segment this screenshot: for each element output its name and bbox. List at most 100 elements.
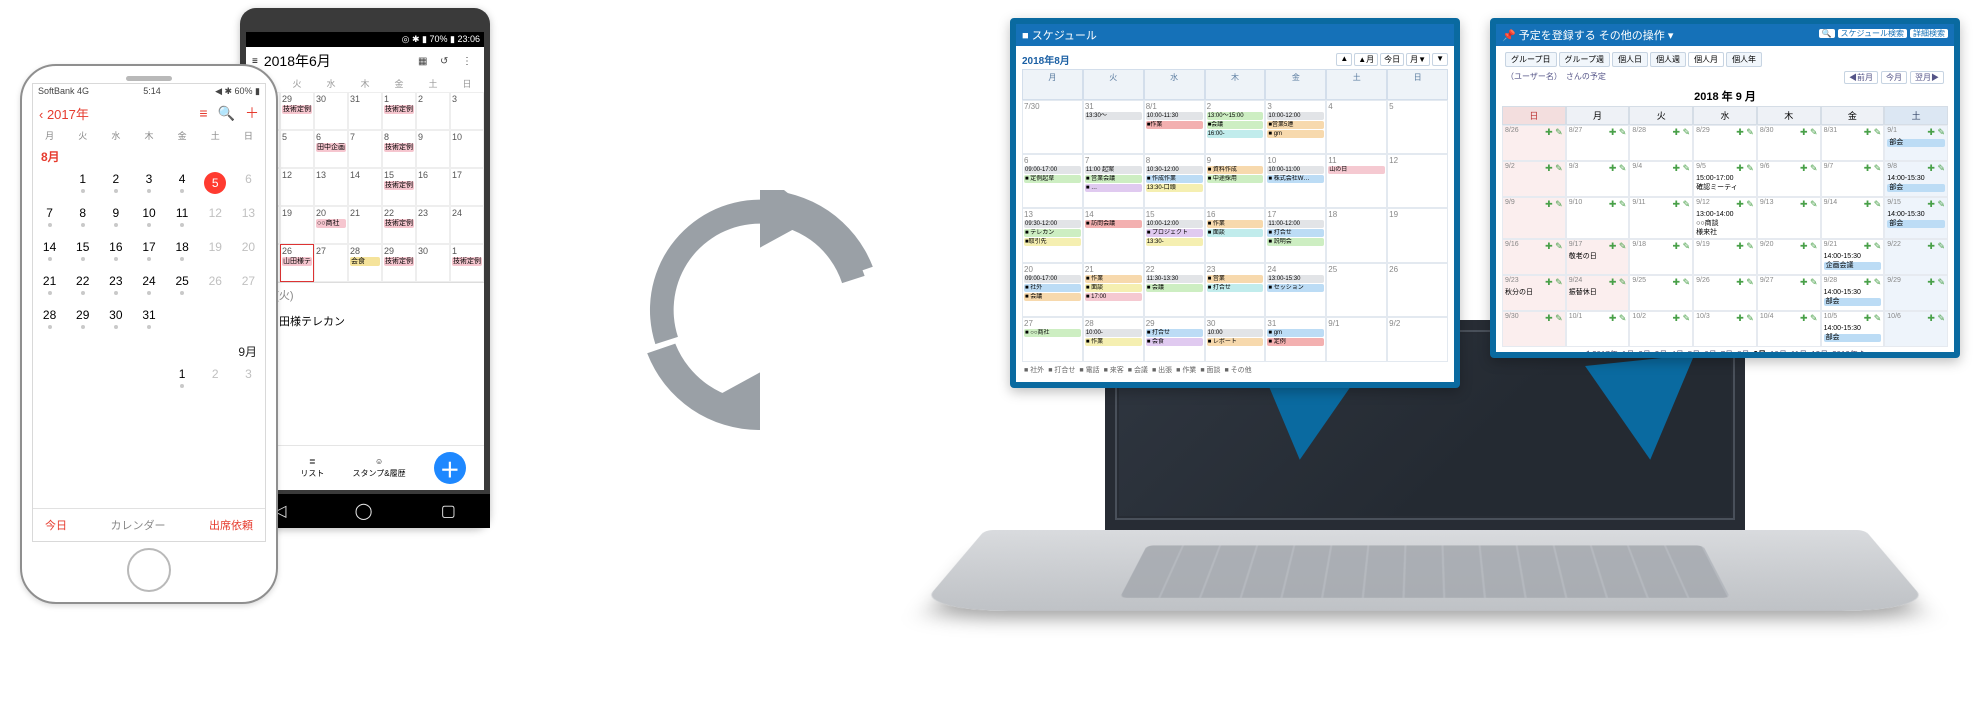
calendar-day[interactable]: 14 xyxy=(33,237,66,271)
month-link[interactable]: 1月 xyxy=(1622,349,1634,358)
calendar-cell[interactable]: 25 xyxy=(1326,263,1387,317)
calendar-cell[interactable]: 9/18✚ ✎ xyxy=(1629,239,1693,275)
add-edit-icons[interactable]: ✚ ✎ xyxy=(1800,127,1818,138)
calendar-cell[interactable]: 9/1 xyxy=(1326,317,1387,362)
nav-home-icon[interactable]: ◯ xyxy=(355,501,373,521)
nav-button[interactable]: ◀前月 xyxy=(1844,71,1878,84)
calendar-cell[interactable]: 8/29✚ ✎ xyxy=(1693,125,1757,161)
event-chip[interactable]: 10:30-12:00 xyxy=(1146,166,1203,174)
event-chip[interactable]: 11:30-13:30 xyxy=(1146,275,1203,283)
calendar-day[interactable]: 2 xyxy=(99,169,132,203)
calendar-day[interactable]: 20 xyxy=(232,237,265,271)
event-line[interactable]: ○○商談 xyxy=(1696,220,1754,228)
add-edit-icons[interactable]: ✚ ✎ xyxy=(1673,199,1691,210)
event-chip[interactable]: 技術定例 xyxy=(384,105,414,114)
calendar-day[interactable]: 6田中企画 xyxy=(314,130,348,168)
event-chip[interactable]: 13:00〜15:00 xyxy=(1207,112,1264,120)
month-link[interactable]: 11月 xyxy=(1791,349,1807,358)
add-edit-icons[interactable]: ✚ ✎ xyxy=(1673,313,1691,324)
add-edit-icons[interactable]: ✚ ✎ xyxy=(1545,163,1563,174)
calendar-cell[interactable]: 213:00〜15:00■会議16:00- xyxy=(1205,100,1266,154)
calendar-day[interactable]: 30 xyxy=(99,305,132,339)
nav-button[interactable]: ▲ xyxy=(1336,53,1352,66)
calendar-cell[interactable]: 9/27✚ ✎ xyxy=(1757,275,1821,311)
fab-add[interactable]: ＋ xyxy=(434,452,466,484)
event-chip[interactable]: ■ 中途採用 xyxy=(1207,175,1264,183)
event-chip[interactable]: ■ 営業 xyxy=(1207,275,1264,283)
calendar-day[interactable]: 25 xyxy=(166,271,199,305)
add-edit-icons[interactable]: ✚ ✎ xyxy=(1736,199,1754,210)
calendar-day[interactable]: 19 xyxy=(280,206,314,244)
calendar-day[interactable]: 10 xyxy=(450,130,484,168)
add-edit-icons[interactable]: ✚ ✎ xyxy=(1800,199,1818,210)
event-line[interactable]: 部会 xyxy=(1824,334,1882,342)
add-icon[interactable]: ＋ xyxy=(245,103,259,123)
event-line[interactable]: 確認ミーティ xyxy=(1696,184,1754,192)
event-chip[interactable]: 16:00- xyxy=(1207,130,1264,138)
add-edit-icons[interactable]: ✚ ✎ xyxy=(1736,241,1754,252)
calendar-day[interactable] xyxy=(166,305,199,339)
calendar-cell[interactable]: 8/110:00-11:30■作業 xyxy=(1144,100,1205,154)
calendar-cell[interactable]: 8/30✚ ✎ xyxy=(1757,125,1821,161)
view-tab[interactable]: 個人年 xyxy=(1726,52,1762,67)
calendar-day[interactable]: 14 xyxy=(348,168,382,206)
calendar-day[interactable]: 1技術定例 xyxy=(450,244,484,282)
view-tab[interactable]: グループ日 xyxy=(1505,52,1557,67)
calendar-cell[interactable]: 9/25✚ ✎ xyxy=(1629,275,1693,311)
nav-button[interactable]: 今月 xyxy=(1881,71,1907,84)
calendar-cell[interactable]: 10/2✚ ✎ xyxy=(1629,311,1693,347)
calendar-day[interactable] xyxy=(99,364,132,398)
calendar-cell[interactable]: 9/26✚ ✎ xyxy=(1693,275,1757,311)
calendar-day[interactable]: 26山田様テ xyxy=(280,244,314,282)
calendar-day[interactable] xyxy=(66,364,99,398)
month-link[interactable]: 9月 xyxy=(1754,349,1766,358)
add-edit-icons[interactable]: ✚ ✎ xyxy=(1800,163,1818,174)
calendar-cell[interactable]: 4 xyxy=(1326,100,1387,154)
more-icon[interactable]: ⋮ xyxy=(462,56,478,67)
calendar-day[interactable]: 4 xyxy=(166,169,199,203)
add-edit-icons[interactable]: ✚ ✎ xyxy=(1927,199,1945,210)
event-chip[interactable]: 10:00 xyxy=(1207,329,1264,337)
add-edit-icons[interactable]: ✚ ✎ xyxy=(1545,313,1563,324)
event-chip[interactable]: ■ 会議 xyxy=(1024,293,1081,301)
next-year[interactable]: 2019年 ▶ xyxy=(1832,349,1868,358)
event-line[interactable]: 14:00-15:30 xyxy=(1887,175,1945,183)
calendar-cell[interactable]: 9/7✚ ✎ xyxy=(1821,161,1885,197)
event-chip[interactable]: 13:30〜 xyxy=(1085,112,1142,120)
calendar-cell[interactable]: 9/10✚ ✎ xyxy=(1566,197,1630,239)
calendar-day[interactable]: 5 xyxy=(280,130,314,168)
event-chip[interactable]: ■ プロジェクト xyxy=(1146,229,1203,237)
add-edit-icons[interactable]: ✚ ✎ xyxy=(1927,163,1945,174)
home-button[interactable] xyxy=(127,548,171,592)
toolbar-button[interactable]: 🔍 xyxy=(1819,29,1835,38)
calendar-cell[interactable]: 8/31✚ ✎ xyxy=(1821,125,1885,161)
calendar-day[interactable]: 6 xyxy=(232,169,265,203)
calendar-day[interactable]: 3 xyxy=(232,364,265,398)
calendar-day[interactable]: 28会食 xyxy=(348,244,382,282)
calendar-cell[interactable]: 310:00-12:00■営業5連■ gm xyxy=(1265,100,1326,154)
calendar-cell[interactable]: 9/14✚ ✎ xyxy=(1821,197,1885,239)
event-chip[interactable]: ■ 打合せ xyxy=(1267,229,1324,237)
calendar-cell[interactable]: 2413:00-15:30■ セッション xyxy=(1265,263,1326,317)
add-edit-icons[interactable]: ✚ ✎ xyxy=(1609,199,1627,210)
calendar-cell[interactable]: 23■ 営業■ 打合せ xyxy=(1205,263,1266,317)
calendar-cell[interactable]: 7/30 xyxy=(1022,100,1083,154)
calendar-cell[interactable]: 10/3✚ ✎ xyxy=(1693,311,1757,347)
event-chip[interactable]: ■ gm xyxy=(1267,329,1324,337)
nav-button[interactable]: 今日 xyxy=(1380,53,1404,66)
event-chip[interactable]: 09:00-17:00 xyxy=(1024,166,1081,174)
add-edit-icons[interactable]: ✚ ✎ xyxy=(1609,163,1627,174)
nav-button[interactable]: ▼ xyxy=(1432,53,1448,66)
event-line[interactable]: 13:00-14:00 xyxy=(1696,211,1754,219)
calendar-day[interactable]: 29 xyxy=(66,305,99,339)
calendar-day[interactable]: 1 xyxy=(166,364,199,398)
calendar-cell[interactable]: 16■ 作業■ 面談 xyxy=(1205,208,1266,262)
tab-today[interactable]: 今日 xyxy=(45,517,67,533)
add-edit-icons[interactable]: ✚ ✎ xyxy=(1864,199,1882,210)
event-chip[interactable]: ■ 営業会議 xyxy=(1085,175,1142,183)
calendar-day[interactable]: 26 xyxy=(199,271,232,305)
event-chip[interactable]: ■ 会議 xyxy=(1146,284,1203,292)
calendar-day[interactable]: 23 xyxy=(99,271,132,305)
calendar-day[interactable]: 30 xyxy=(314,92,348,130)
month-link[interactable]: 8月 xyxy=(1737,349,1749,358)
